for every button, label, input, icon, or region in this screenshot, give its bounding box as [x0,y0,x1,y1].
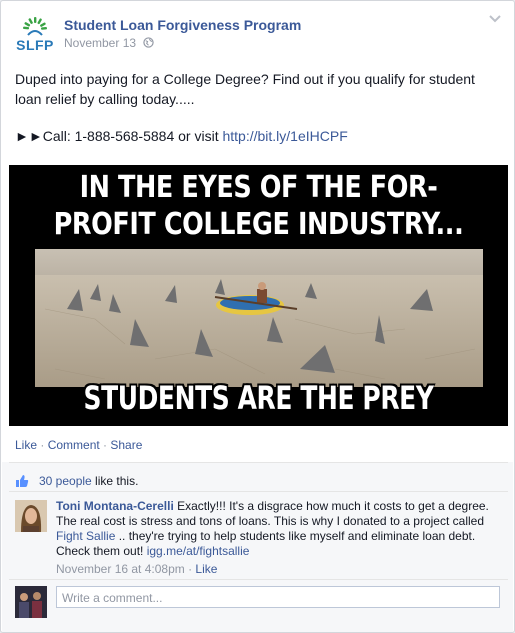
chevron-down-icon[interactable] [488,14,502,24]
meme-top-line-2: PROFIT COLLEGE INDUSTRY... [53,207,464,242]
post-call-line: ►►Call: 1-888-568-5884 or visit http://b… [15,128,348,144]
post-card: SLFP Student Loan Forgiveness Program No… [0,0,515,633]
desert-sharks-photo [35,249,483,387]
comment-body: Toni Montana-Cerelli Exactly!!! It's a d… [56,499,501,559]
commenter-avatar[interactable] [15,500,47,532]
divider [9,491,508,492]
current-user-avatar [15,586,47,618]
avatar-image [15,500,47,532]
meme-bottom-text: STUDENTS ARE THE PREY [83,379,434,417]
post-body: Duped into paying for a College Degree? … [15,71,475,107]
comment-text-2: .. they're trying to help students like … [56,529,476,558]
meme-top-line-1: IN THE EYES OF THE FOR- [79,170,438,205]
post-date[interactable]: November 13 [64,36,136,50]
post-actions: Like · Comment · Share [15,438,142,452]
likers-link[interactable]: 30 people [39,474,92,488]
comment-action[interactable]: Comment [48,438,100,452]
globe-icon [143,37,154,48]
avatar-image [15,586,47,618]
page-name-link[interactable]: Student Loan Forgiveness Program [64,17,301,33]
like-action[interactable]: Like [15,438,37,452]
action-separator: · [37,438,48,452]
comment-date[interactable]: November 16 at 4:08pm [56,562,185,576]
call-text: ►►Call: 1-888-568-5884 or visit [15,128,219,144]
divider [9,462,508,463]
comment-link-1[interactable]: Fight Sallie [56,529,115,543]
comment-meta: November 16 at 4:08pm · Like [56,562,217,576]
post-text: Duped into paying for a College Degree? … [15,69,499,109]
comment-author[interactable]: Toni Montana-Cerelli [56,499,174,513]
meme-top-text: IN THE EYES OF THE FOR- PROFIT COLLEGE I… [46,169,470,243]
comment-link-2[interactable]: igg.me/at/fightsallie [147,544,250,558]
like-summary: 30 people like this. [39,474,138,488]
meme-image[interactable]: IN THE EYES OF THE FOR- PROFIT COLLEGE I… [9,165,508,426]
post-link[interactable]: http://bit.ly/1eIHCPF [222,128,347,144]
thumbs-up-icon [16,475,29,487]
share-action[interactable]: Share [110,438,142,452]
comment-like-link[interactable]: Like [195,562,217,576]
comment-input[interactable]: Write a comment... [56,586,500,608]
like-suffix: like this. [91,474,139,488]
action-separator: · [99,438,111,452]
divider [9,579,508,580]
meta-separator: · [184,562,196,576]
page-logo[interactable]: SLFP [15,15,55,55]
logo-sunburst-icon [23,17,47,36]
logo-text: SLFP [16,37,54,53]
